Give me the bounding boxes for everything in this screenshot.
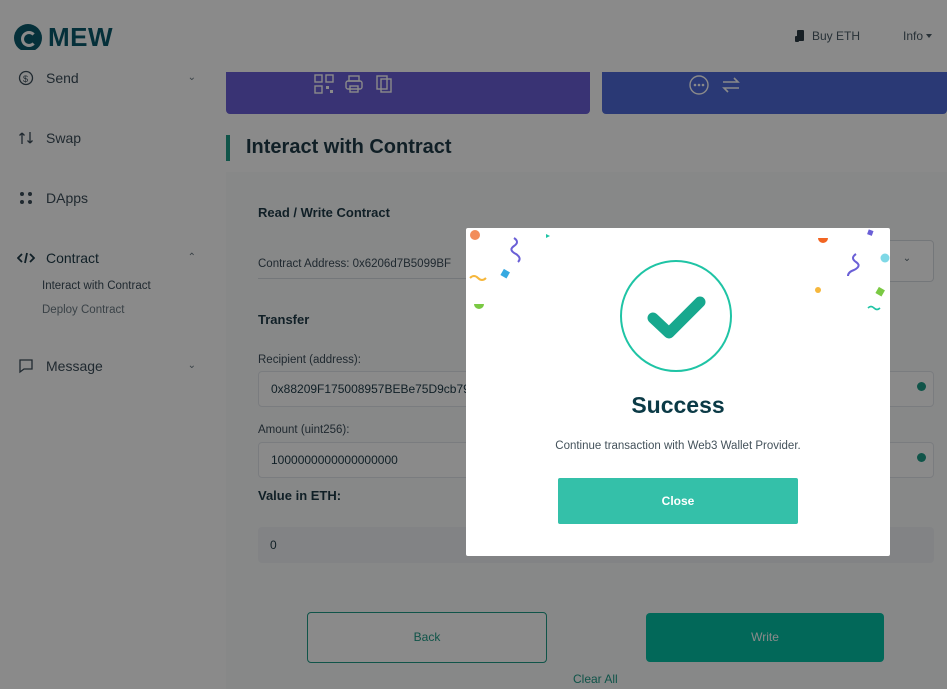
checkmark-icon xyxy=(647,296,706,339)
success-modal: Success Continue transaction with Web3 W… xyxy=(466,228,890,556)
modal-message: Continue transaction with Web3 Wallet Pr… xyxy=(555,440,801,452)
modal-title: Success xyxy=(631,392,725,418)
close-button[interactable]: Close xyxy=(558,478,798,524)
success-icon-circle xyxy=(620,260,732,372)
